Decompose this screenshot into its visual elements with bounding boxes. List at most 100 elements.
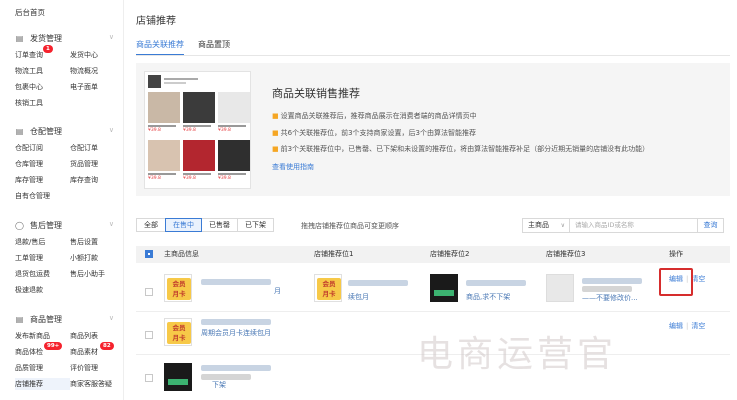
tab-pin-top[interactable]: 商品置顶	[198, 38, 230, 56]
sidebar-item-product-check[interactable]: 商品体检 99+	[15, 342, 70, 358]
blurred-text	[582, 286, 632, 292]
highlight-box	[659, 268, 693, 296]
sidebar-section-title: 发货管理	[30, 33, 62, 43]
sidebar-item-refund[interactable]: 退款/售后	[15, 236, 70, 248]
product-name[interactable]: 商品,求不下架	[466, 292, 510, 302]
sidebar-item-fast-refund[interactable]: 极速退款	[15, 284, 70, 296]
divider	[136, 55, 730, 56]
table-row: 会员 月卡 月 会员 月卡 续包月 商品,求不下架 ——不要修改价... 编辑 | 清空	[136, 263, 730, 312]
sidebar-section-header[interactable]: ▤ 商品管理 ∨	[0, 311, 124, 327]
shield-icon: ◯	[15, 220, 24, 230]
tab-related-recommend[interactable]: 商品关联推荐	[136, 38, 184, 56]
sidebar-item-return-shipping[interactable]: 退货包运费	[15, 268, 70, 280]
sidebar-item-aftersale-settings[interactable]: 售后设置	[70, 236, 125, 248]
sidebar-item-product-list[interactable]: 商品列表	[70, 330, 125, 342]
row-checkbox[interactable]	[145, 331, 153, 339]
edit-button[interactable]: 编辑	[669, 322, 683, 330]
sidebar-section-header[interactable]: ◯ 售后管理 ∨	[0, 217, 124, 233]
sidebar-item-warehouse-orders[interactable]: 仓配订单	[70, 142, 125, 154]
guide-link[interactable]: 查看使用指南	[272, 159, 314, 175]
search-input[interactable]: 请输入商品ID或名称	[570, 218, 698, 233]
filter-off-shelf-button[interactable]: 已下架	[237, 218, 274, 232]
blurred-text	[201, 365, 271, 371]
sidebar-item-product-assets[interactable]: 商品素材 82	[70, 342, 125, 358]
search-button[interactable]: 查询	[698, 218, 724, 233]
chevron-down-icon: ∨	[560, 222, 565, 229]
filter-on-sale-button[interactable]: 在售中	[165, 218, 202, 232]
app-root: 后台首页 ▤ 发货管理 ∨ 订单查询 1 发货中心 物流工具 物流概况 包裹中心 …	[0, 0, 737, 400]
sidebar-item-aftersale-assistant[interactable]: 售后小助手	[70, 268, 125, 280]
sidebar-section-title: 仓配管理	[30, 126, 62, 136]
chevron-down-icon: ∨	[108, 220, 114, 228]
sidebar-item-verify-tools[interactable]: 核销工具	[15, 97, 70, 109]
product-thumbnail	[546, 274, 574, 302]
blurred-text	[348, 280, 408, 286]
sidebar-item-shop-recommend[interactable]: 店铺推荐	[15, 378, 70, 390]
sidebar-item-e-waybill[interactable]: 电子面单	[70, 81, 125, 93]
chevron-down-icon: ∨	[108, 126, 114, 134]
sidebar-section-title: 商品管理	[30, 314, 62, 324]
sidebar-item-tickets[interactable]: 工单管理	[15, 252, 70, 264]
product-name[interactable]: 续包月	[348, 292, 369, 302]
column-header: 店铺推荐位1	[314, 250, 354, 258]
product-thumbnail: 会员 月卡	[164, 274, 192, 302]
clear-button[interactable]: 清空	[691, 322, 705, 330]
blurred-text	[201, 279, 271, 285]
column-header: 操作	[669, 250, 683, 258]
clear-button[interactable]: 清空	[691, 275, 705, 283]
preview-image: ¥39.8 ¥39.8 ¥39.8 ¥39.8 ¥39.8 ¥39.8	[144, 71, 251, 189]
product-name[interactable]: 周期会员月卡连续包月	[201, 328, 271, 338]
chevron-down-icon: ∨	[108, 314, 114, 322]
sidebar-section-shipping: ▤ 发货管理 ∨ 订单查询 1 发货中心 物流工具 物流概况 包裹中心 电子面单 …	[0, 30, 124, 109]
sidebar-item-reviews[interactable]: 评价管理	[70, 362, 125, 374]
sidebar-item-ship-center[interactable]: 发货中心	[70, 49, 125, 61]
search-bar: 主商品 ∨ 请输入商品ID或名称 查询	[522, 218, 724, 233]
product-name[interactable]: ——不要修改价...	[582, 293, 638, 303]
sidebar-item-new-product[interactable]: 发布新商品	[15, 330, 70, 342]
blurred-text	[466, 280, 526, 286]
sidebar-item-merchant-qa[interactable]: 商家客服答疑	[70, 378, 125, 390]
promo-item: ■ 共6个关联推荐位，前3个支持商家设置，后3个由算法智能推荐	[272, 128, 476, 137]
status-filter: 全部 在售中 已售罄 已下架	[136, 218, 274, 232]
product-thumbnail	[430, 274, 458, 302]
tab-bar: 商品关联推荐 商品置顶	[136, 38, 230, 56]
sidebar-home-link[interactable]: 后台首页	[15, 7, 45, 18]
chevron-down-icon: ∨	[108, 33, 114, 41]
sidebar-item-package-center[interactable]: 包裹中心	[15, 81, 70, 93]
sidebar-section-header[interactable]: ▤ 仓配管理 ∨	[0, 123, 124, 139]
table-header: 主商品信息 店铺推荐位1 店铺推荐位2 店铺推荐位3 操作	[136, 246, 730, 263]
sidebar-item-warehouse-manage[interactable]: 仓库管理	[15, 158, 70, 170]
sidebar-section-aftersale: ◯ 售后管理 ∨ 退款/售后 售后设置 工单管理 小额打款 退货包运费 售后小助…	[0, 217, 124, 296]
watermark: 电商运营官	[417, 334, 618, 375]
sidebar-section-header[interactable]: ▤ 发货管理 ∨	[0, 30, 124, 46]
filter-sold-out-button[interactable]: 已售罄	[201, 218, 238, 232]
product-name[interactable]: 月	[274, 286, 281, 296]
blurred-text	[201, 319, 271, 325]
sidebar: 后台首页 ▤ 发货管理 ∨ 订单查询 1 发货中心 物流工具 物流概况 包裹中心 …	[0, 0, 124, 400]
sidebar-item-logistics-tools[interactable]: 物流工具	[15, 65, 70, 77]
product-thumbnail	[164, 363, 192, 391]
sidebar-item-warehouse-subscribe[interactable]: 仓配订阅	[15, 142, 70, 154]
sidebar-item-quality[interactable]: 品质管理	[15, 362, 70, 374]
sidebar-item-logistics-overview[interactable]: 物流概况	[70, 65, 125, 77]
sidebar-section-warehouse: ▤ 仓配管理 ∨ 仓配订阅 仓配订单 仓库管理 货品管理 库存管理 库存查询 自…	[0, 123, 124, 202]
column-header: 主商品信息	[164, 250, 199, 258]
sidebar-item-own-warehouse[interactable]: 自有仓管理	[15, 190, 70, 202]
notification-badge: 1	[43, 45, 53, 53]
blurred-text	[201, 374, 251, 380]
sidebar-item-stock-query[interactable]: 库存查询	[70, 174, 125, 186]
select-all-checkbox[interactable]	[145, 250, 153, 258]
filter-all-button[interactable]: 全部	[136, 218, 166, 232]
promo-list: ■ 设置商品关联推荐后，推荐商品展示在消费者端的商品详情页中 ■ 共6个关联推荐位，…	[272, 108, 649, 158]
row-checkbox[interactable]	[145, 374, 153, 382]
blurred-text	[582, 278, 642, 284]
sidebar-item-small-payment[interactable]: 小额打款	[70, 252, 125, 264]
sidebar-item-goods-manage[interactable]: 货品管理	[70, 158, 125, 170]
list-icon: ▤	[15, 126, 24, 136]
product-name[interactable]: 下架	[212, 380, 226, 390]
sidebar-item-order-query[interactable]: 订单查询 1	[15, 45, 70, 61]
search-type-select[interactable]: 主商品 ∨	[522, 218, 570, 233]
sidebar-section-products: ▤ 商品管理 ∨ 发布新商品 商品列表 商品体检 99+ 商品素材 82 品质管理 …	[0, 311, 124, 390]
row-checkbox[interactable]	[145, 288, 153, 296]
sidebar-item-stock-manage[interactable]: 库存管理	[15, 174, 70, 186]
